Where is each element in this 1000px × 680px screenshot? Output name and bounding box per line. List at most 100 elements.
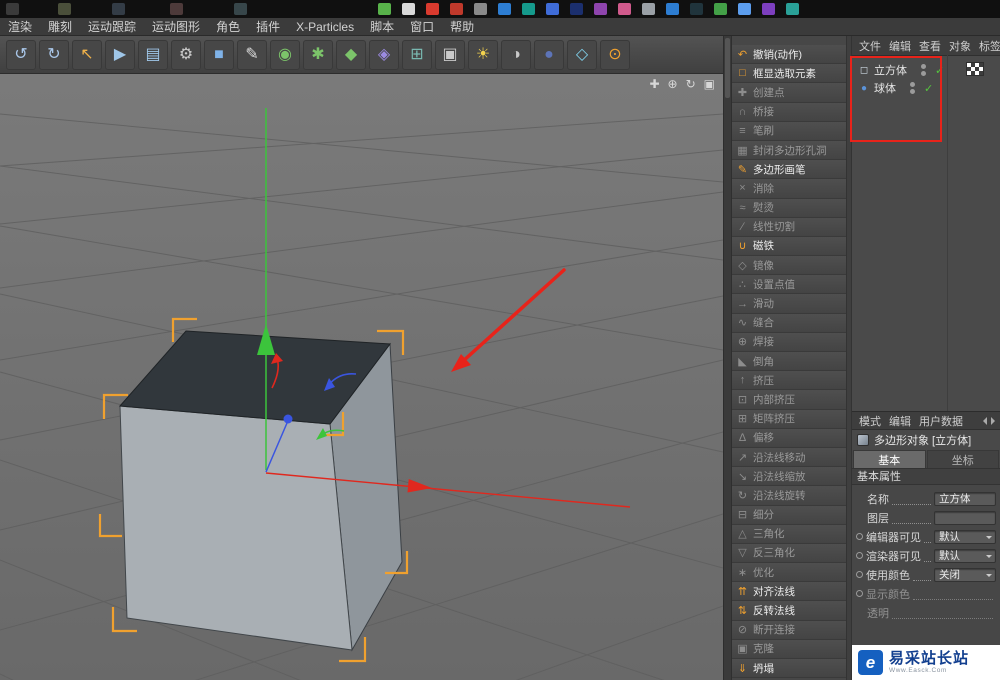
command-item[interactable]: ⊡ 内部挤压 xyxy=(732,390,846,410)
cube-object[interactable] xyxy=(118,330,403,652)
render-view-button[interactable]: ▶ xyxy=(105,39,135,70)
command-icon: → xyxy=(737,297,748,310)
zoom-view-icon[interactable]: ⊕ xyxy=(668,77,678,91)
command-item[interactable]: ▽ 反三角化 xyxy=(732,543,846,564)
command-item[interactable]: ∆ 偏移 xyxy=(732,428,846,448)
xparticles-button[interactable]: ◇ xyxy=(567,39,597,70)
object-type-icon: ◻ xyxy=(859,64,869,76)
object-manager-menu-item[interactable]: 查看 xyxy=(915,38,945,54)
menu-item[interactable]: X-Particles xyxy=(288,20,362,34)
visibility-dots[interactable] xyxy=(921,64,926,76)
material-button[interactable]: ● xyxy=(534,39,564,70)
command-item[interactable]: □ 框显选取元素 xyxy=(732,64,846,84)
command-item[interactable]: ⊟ 细分 xyxy=(732,505,846,525)
command-item[interactable]: ↑ 挤压 xyxy=(732,371,846,391)
menu-item[interactable]: 运动图形 xyxy=(144,18,208,35)
menu-item[interactable]: 脚本 xyxy=(362,18,402,35)
command-item[interactable]: ⇓ 坍塌 xyxy=(732,659,846,679)
command-item[interactable]: ◇ 镜像 xyxy=(732,256,846,276)
command-item[interactable]: ∩ 桥接 xyxy=(732,102,846,122)
menu-item[interactable]: 角色 xyxy=(208,18,248,35)
viewport-canvas[interactable] xyxy=(0,74,723,680)
command-item[interactable]: ▦ 封闭多边形孔洞 xyxy=(732,140,846,161)
command-item[interactable]: ↶ 撤销(动作) xyxy=(732,45,846,65)
layer-field[interactable] xyxy=(934,510,996,525)
object-name-input[interactable]: 立方体 xyxy=(934,491,996,506)
keyframe-dot[interactable] xyxy=(856,571,863,578)
object-manager-menu-item[interactable]: 文件 xyxy=(855,38,885,54)
light-button[interactable]: ☀ xyxy=(468,39,498,70)
render-visibility-select[interactable]: 默认 xyxy=(934,548,996,563)
command-item[interactable]: × 消除 xyxy=(732,179,846,199)
command-item[interactable]: ✚ 创建点 xyxy=(732,83,846,103)
menu-item[interactable]: 运动跟踪 xyxy=(80,18,144,35)
modeling-tools-button[interactable]: ◆ xyxy=(336,39,366,70)
command-item[interactable]: ↻ 沿法线旋转 xyxy=(732,486,846,506)
magnify-button[interactable]: ⊙ xyxy=(600,39,630,70)
object-manager-menu-item[interactable]: 标签 xyxy=(975,38,1000,54)
menu-item[interactable]: 雕刻 xyxy=(40,18,80,35)
primitive-cube-button[interactable]: ■ xyxy=(204,39,234,70)
editor-visibility-select[interactable]: 默认 xyxy=(934,529,996,544)
viewport-scrollbar[interactable] xyxy=(723,36,731,680)
command-item[interactable]: ↘ 沿法线缩放 xyxy=(732,467,846,487)
pan-view-icon[interactable]: ✚ xyxy=(649,77,659,91)
command-item[interactable]: ⇈ 对齐法线 xyxy=(732,582,846,602)
command-item[interactable]: ▣ 克隆 xyxy=(732,639,846,659)
command-item[interactable]: △ 三角化 xyxy=(732,524,846,544)
forward-icon[interactable] xyxy=(991,416,1000,425)
menu-item[interactable]: 渲染 xyxy=(0,18,40,35)
command-item[interactable]: ≡ 笔刷 xyxy=(732,121,846,141)
command-item[interactable]: ⊘ 断开连接 xyxy=(732,620,846,640)
attribute-manager: 模式 编辑 用户数据 多边形对象 [立方体] 基本 坐标 基本属性 名称 立方体… xyxy=(852,412,1000,680)
command-item[interactable]: ✎ 多边形画笔 xyxy=(732,160,846,180)
command-item[interactable]: ∿ 缝合 xyxy=(732,313,846,333)
undo-button[interactable]: ↺ xyxy=(6,39,36,70)
edit-menu[interactable]: 编辑 xyxy=(885,413,915,429)
command-item[interactable]: ⊞ 矩阵挤压 xyxy=(732,409,846,429)
viewport[interactable]: ✚ ⊕ ↻ ▣ xyxy=(0,74,723,680)
camera-button[interactable]: ▣ xyxy=(435,39,465,70)
command-item[interactable]: ≈ 熨烫 xyxy=(732,198,846,218)
menu-item[interactable]: 帮助 xyxy=(442,18,482,35)
redo-button[interactable]: ↻ xyxy=(39,39,69,70)
mode-menu[interactable]: 模式 xyxy=(855,413,885,429)
back-icon[interactable] xyxy=(971,416,987,425)
scrollbar-thumb[interactable] xyxy=(725,38,730,98)
command-item[interactable]: ∪ 磁铁 xyxy=(732,236,846,257)
visibility-dots[interactable] xyxy=(910,82,915,94)
command-item[interactable]: ◣ 倒角 xyxy=(732,352,846,372)
use-color-select[interactable]: 关闭 xyxy=(934,567,996,582)
command-item[interactable]: ⊕ 焊接 xyxy=(732,332,846,352)
gear-icon: ⚙ xyxy=(178,45,194,63)
toggle-view-icon[interactable]: ▣ xyxy=(704,77,715,91)
command-item[interactable]: → 滑动 xyxy=(732,294,846,314)
menu-item[interactable]: 窗口 xyxy=(402,18,442,35)
generators-button[interactable]: ✱ xyxy=(303,39,333,70)
object-manager-menu-item[interactable]: 对象 xyxy=(945,38,975,54)
desktop-icon xyxy=(474,3,487,15)
deformers-button[interactable]: ◈ xyxy=(369,39,399,70)
render-picture-viewer-button[interactable]: ▤ xyxy=(138,39,168,70)
menu-item[interactable]: 插件 xyxy=(248,18,288,35)
command-item[interactable]: ↗ 沿法线移动 xyxy=(732,447,846,468)
render-settings-button[interactable]: ⚙ xyxy=(171,39,201,70)
attribute-tab[interactable]: 坐标 xyxy=(926,450,999,468)
command-item[interactable]: ∗ 优化 xyxy=(732,563,846,583)
object-manager-menu-item[interactable]: 编辑 xyxy=(885,38,915,54)
object-item[interactable]: ● 球体 ✓ xyxy=(852,79,1000,97)
live-selection-button[interactable]: ↖ xyxy=(72,39,102,70)
environment-button[interactable]: ⊞ xyxy=(402,39,432,70)
command-item[interactable]: ∕ 线性切割 xyxy=(732,217,846,237)
userdata-menu[interactable]: 用户数据 xyxy=(915,413,967,429)
keyframe-dot[interactable] xyxy=(856,533,863,540)
attribute-tab[interactable]: 基本 xyxy=(853,450,926,468)
keyframe-dot[interactable] xyxy=(856,552,863,559)
command-item[interactable]: ⇅ 反转法线 xyxy=(732,601,846,621)
display-mode-button[interactable]: ◑ xyxy=(501,39,531,70)
display-icon: ◑ xyxy=(511,45,521,63)
command-item[interactable]: ∴ 设置点值 xyxy=(732,275,846,295)
subdivision-surface-button[interactable]: ◉ xyxy=(270,39,300,70)
rotate-view-icon[interactable]: ↻ xyxy=(686,77,696,91)
spline-pen-button[interactable]: ✎ xyxy=(237,39,267,70)
